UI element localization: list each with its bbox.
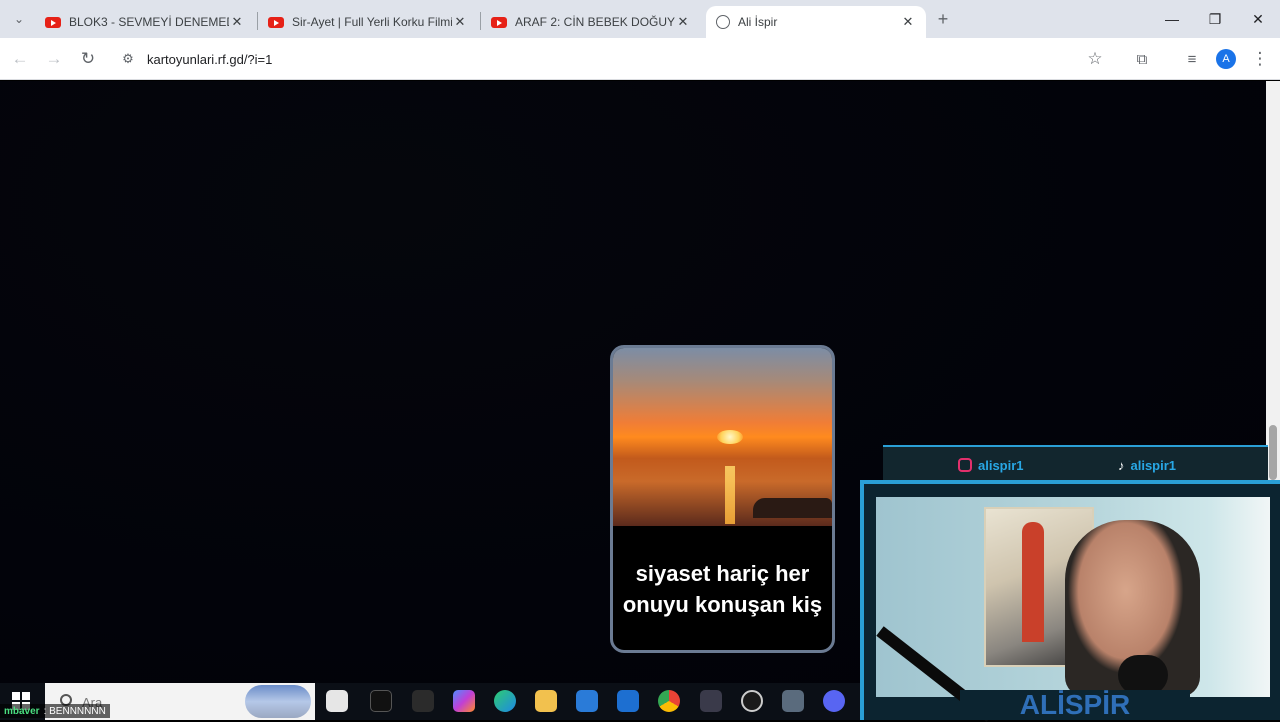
media-control-icon[interactable]: ≡ bbox=[1179, 46, 1205, 72]
discord-icon[interactable] bbox=[823, 690, 845, 712]
close-tab-icon[interactable]: ✕ bbox=[675, 14, 691, 30]
sun-reflection bbox=[725, 466, 735, 524]
tab-strip: ⌄ BLOK3 - SEVMEYİ DENEMEDİN ✕ Sir-Ayet |… bbox=[0, 0, 1280, 38]
ticker-message: : BENNNNNN bbox=[43, 705, 106, 717]
instagram-handle-text: alispir1 bbox=[978, 457, 1024, 473]
tab-title: Sir-Ayet | Full Yerli Korku Filmi ( bbox=[292, 15, 452, 29]
globe-icon bbox=[716, 15, 730, 29]
copilot-icon[interactable] bbox=[453, 690, 475, 712]
back-icon[interactable]: ← bbox=[7, 46, 33, 72]
store-icon[interactable] bbox=[576, 690, 598, 712]
restore-icon[interactable]: ❐ bbox=[1195, 6, 1235, 32]
sun-shape bbox=[717, 430, 743, 444]
windows-taskbar: Ara bbox=[0, 683, 860, 720]
tiktok-handle: ♪ alispir1 bbox=[1118, 455, 1176, 475]
tab-title: ARAF 2: CİN BEBEK DOĞUYOR | bbox=[515, 15, 675, 29]
card-caption-line1: siyaset hariç her bbox=[635, 561, 810, 586]
file-explorer-icon[interactable] bbox=[535, 690, 557, 712]
scrollbar-thumb[interactable] bbox=[1269, 425, 1277, 480]
close-window-icon[interactable]: ✕ bbox=[1238, 6, 1278, 32]
instagram-icon bbox=[958, 458, 972, 472]
youtube-icon bbox=[268, 16, 284, 28]
close-tab-icon[interactable]: ✕ bbox=[900, 14, 916, 30]
site-info-icon[interactable]: ⚙ bbox=[115, 46, 141, 72]
chrome-icon[interactable] bbox=[658, 690, 680, 712]
epic-games-icon[interactable] bbox=[412, 690, 434, 712]
task-view-icon[interactable] bbox=[326, 690, 348, 712]
mail-icon[interactable] bbox=[617, 690, 639, 712]
tab-title: BLOK3 - SEVMEYİ DENEMEDİN bbox=[69, 15, 229, 29]
tiktok-icon: ♪ bbox=[1118, 457, 1125, 473]
streamer-name: ALİSPİR bbox=[960, 690, 1190, 720]
card-caption: siyaset hariç her onuyu konuşan kiş bbox=[613, 558, 832, 620]
new-tab-button[interactable]: + bbox=[930, 6, 956, 32]
shore-silhouette bbox=[753, 498, 832, 518]
browser-toolbar: ← → ↻ ⚙ kartoyunlari.rf.gd/?i=1 ☆ ⧉ ≡ A … bbox=[0, 38, 1280, 80]
minimize-icon[interactable]: — bbox=[1152, 6, 1192, 32]
url-text: kartoyunlari.rf.gd/?i=1 bbox=[147, 52, 273, 67]
bookmark-star-icon[interactable]: ☆ bbox=[1082, 46, 1108, 72]
tab-search-chevron-icon[interactable]: ⌄ bbox=[6, 6, 32, 32]
menu-kebab-icon[interactable]: ⋮ bbox=[1247, 46, 1273, 72]
forward-icon[interactable]: → bbox=[41, 46, 67, 72]
youtube-icon bbox=[491, 16, 507, 28]
chat-ticker: mbaver : BENNNNNN bbox=[0, 704, 110, 718]
tab-title: Ali İspir bbox=[738, 15, 778, 29]
tab-araf-2[interactable]: ARAF 2: CİN BEBEK DOĞUYOR | ✕ bbox=[481, 6, 701, 38]
instagram-handle: alispir1 bbox=[958, 455, 1024, 475]
clock-app-icon[interactable] bbox=[741, 690, 763, 712]
davinci-icon[interactable] bbox=[700, 690, 722, 712]
profile-initial: A bbox=[1216, 49, 1236, 69]
reload-icon[interactable]: ↻ bbox=[75, 46, 101, 72]
youtube-icon bbox=[45, 16, 61, 28]
tab-ali-ispir[interactable]: Ali İspir ✕ bbox=[706, 6, 926, 38]
calculator-icon[interactable] bbox=[782, 690, 804, 712]
close-tab-icon[interactable]: ✕ bbox=[229, 14, 245, 30]
quote-card[interactable]: siyaset hariç her onuyu konuşan kiş bbox=[610, 345, 835, 653]
ticker-user: mbaver bbox=[4, 705, 40, 717]
tiktok-handle-text: alispir1 bbox=[1130, 457, 1177, 473]
extensions-icon[interactable]: ⧉ bbox=[1129, 46, 1155, 72]
card-caption-line2: onuyu konuşan kiş bbox=[622, 592, 823, 617]
close-tab-icon[interactable]: ✕ bbox=[452, 14, 468, 30]
sunset-image bbox=[613, 348, 832, 526]
tab-sir-ayet[interactable]: Sir-Ayet | Full Yerli Korku Filmi ( ✕ bbox=[258, 6, 478, 38]
galata-tower-shape bbox=[1022, 522, 1044, 642]
profile-avatar[interactable]: A bbox=[1213, 46, 1239, 72]
search-highlight-image bbox=[245, 685, 311, 718]
tab-blok3[interactable]: BLOK3 - SEVMEYİ DENEMEDİN ✕ bbox=[35, 6, 255, 38]
edge-icon[interactable] bbox=[494, 690, 516, 712]
address-bar[interactable]: ⚙ kartoyunlari.rf.gd/?i=1 bbox=[112, 43, 1120, 75]
tiktok-app-icon[interactable] bbox=[370, 690, 392, 712]
social-banner: alispir1 ♪ alispir1 bbox=[883, 445, 1268, 485]
